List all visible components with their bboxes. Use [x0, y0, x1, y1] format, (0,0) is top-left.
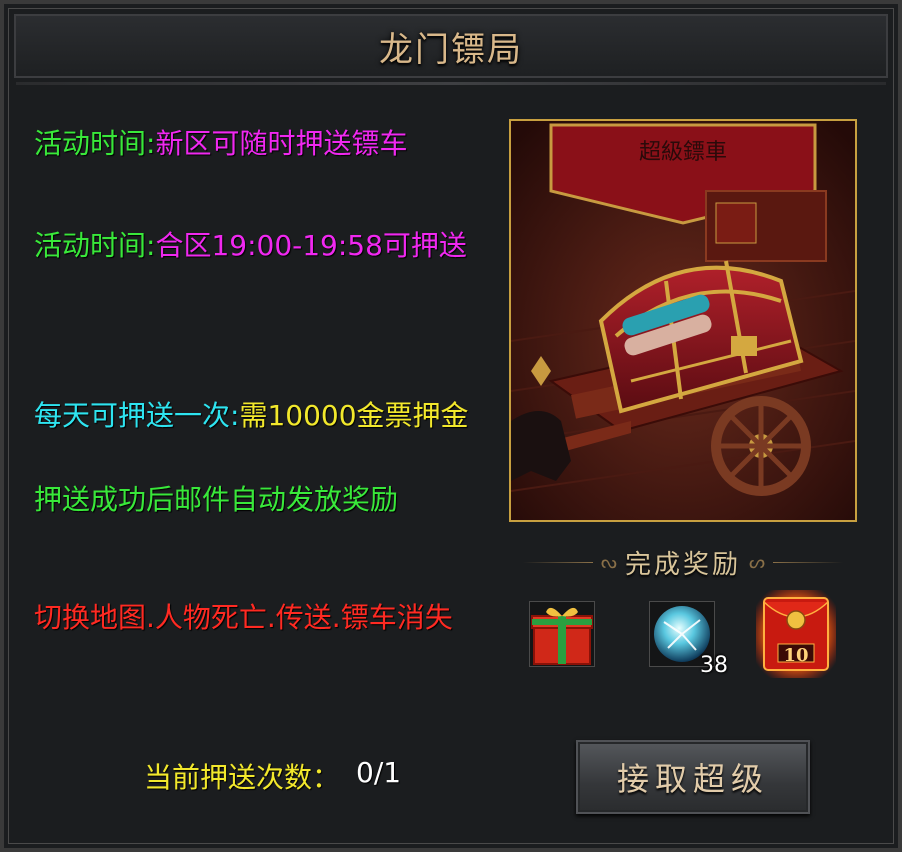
info-line-merged-server: 活动时间:合区19:00-19:58可押送	[34, 224, 467, 264]
reward-header: ᔓ 完成奖励 ᔕ	[509, 544, 857, 580]
info-label: 活动时间:	[34, 229, 156, 262]
escort-count-label: 当前押送次数：	[144, 761, 341, 794]
super-cart-artwork: 超級鏢車	[509, 119, 857, 522]
scroll-ornament-icon: ᔕ	[749, 551, 766, 573]
info-line-new-server: 活动时间:新区可随时押送镖车	[34, 122, 407, 162]
window-title: 龙门镖局	[379, 29, 523, 70]
reward-slot-red-envelope[interactable]: 10	[756, 590, 836, 678]
banner-text: 超級鏢車	[639, 140, 727, 165]
reward-quantity: 38	[700, 653, 728, 678]
info-line-warning: 切换地图.人物死亡.传送.镖车消失	[34, 601, 453, 634]
escort-count-value: 0/1	[356, 756, 402, 789]
scroll-ornament-icon: ᔓ	[600, 551, 617, 573]
info-line-reward-mail: 押送成功后邮件自动发放奖励	[34, 483, 399, 516]
envelope-value: 10	[783, 645, 809, 666]
escort-panel: 龙门镖局 活动时间:新区可随时押送镖车 活动时间:合区19:00-19:58可押…	[0, 0, 902, 852]
info-label: 每天可押送一次:	[34, 399, 240, 432]
ornament-line	[522, 561, 593, 563]
ornament-line	[773, 561, 844, 563]
reward-header-text: 完成奖励	[624, 549, 741, 580]
info-line-daily-limit: 每天可押送一次:需10000金票押金	[34, 394, 469, 434]
reward-slot-orb[interactable]: 38	[649, 601, 728, 678]
gift-box-icon	[531, 607, 593, 665]
info-label: 活动时间:	[34, 127, 156, 160]
info-value: 需10000金票押金	[239, 399, 469, 432]
accept-super-escort-button[interactable]: 接取超级	[576, 740, 810, 814]
title-bar: 龙门镖局	[14, 14, 888, 78]
title-divider	[16, 82, 886, 85]
info-value: 合区19:00-19:58可押送	[155, 229, 467, 262]
info-value: 新区可随时押送镖车	[155, 127, 408, 160]
accept-button-label: 接取超级	[616, 760, 769, 798]
reward-slot-gift[interactable]	[529, 601, 595, 667]
